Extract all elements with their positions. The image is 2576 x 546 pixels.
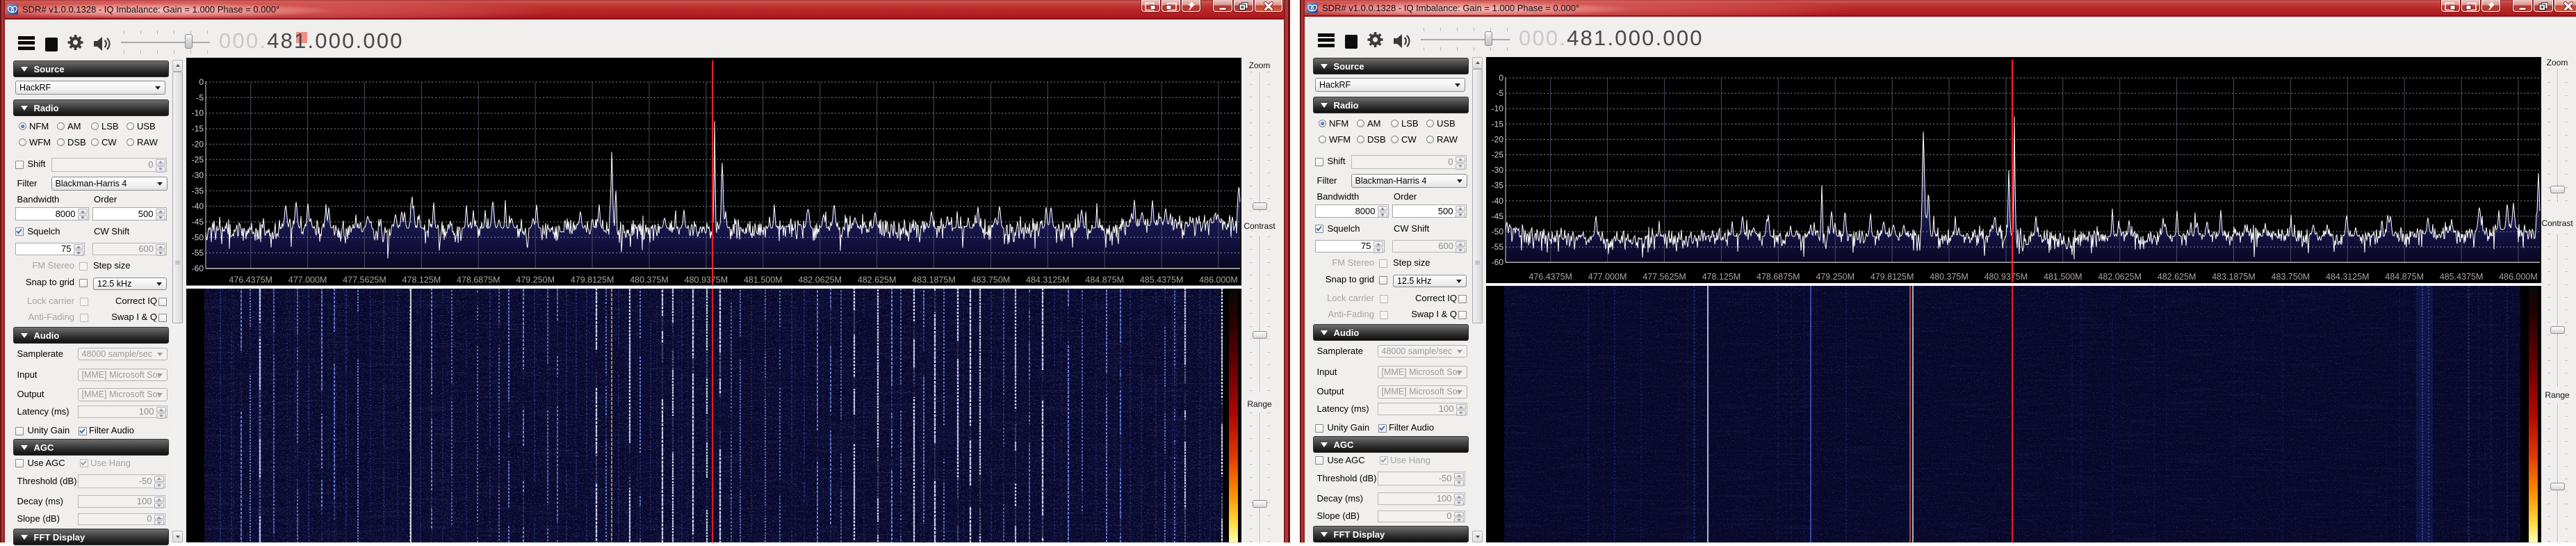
svg-text:483.1875M: 483.1875M [2212, 272, 2256, 282]
svg-text:485.4375M: 485.4375M [1140, 275, 1184, 285]
svg-text:485.4375M: 485.4375M [2440, 272, 2484, 282]
svg-text:478.125M: 478.125M [402, 275, 441, 285]
svg-text:481.500M: 481.500M [2044, 272, 2082, 282]
svg-text:-55: -55 [192, 248, 204, 258]
svg-text:-10: -10 [1492, 104, 1504, 113]
svg-text:-55: -55 [1492, 242, 1504, 252]
svg-text:479.250M: 479.250M [516, 275, 555, 285]
svg-text:484.875M: 484.875M [1085, 275, 1124, 285]
svg-text:-15: -15 [1492, 119, 1504, 129]
svg-text:477.000M: 477.000M [288, 275, 327, 285]
svg-text:-60: -60 [1492, 257, 1504, 267]
svg-text:480.375M: 480.375M [1930, 272, 1968, 282]
svg-text:480.375M: 480.375M [630, 275, 669, 285]
svg-text:-35: -35 [192, 186, 204, 195]
svg-text:-10: -10 [192, 109, 204, 118]
svg-text:-25: -25 [1492, 150, 1504, 160]
svg-text:-35: -35 [1492, 181, 1504, 191]
svg-text:0: 0 [1499, 73, 1503, 83]
svg-text:479.8125M: 479.8125M [571, 275, 614, 285]
svg-text:482.625M: 482.625M [858, 275, 897, 285]
svg-text:479.250M: 479.250M [1816, 272, 1854, 282]
svg-text:481.500M: 481.500M [744, 275, 783, 285]
svg-text:478.6875M: 478.6875M [1756, 272, 1800, 282]
svg-text:0: 0 [199, 77, 204, 87]
svg-text:-45: -45 [192, 217, 204, 227]
svg-text:482.625M: 482.625M [2158, 272, 2196, 282]
svg-text:478.6875M: 478.6875M [457, 275, 500, 285]
svg-text:482.0625M: 482.0625M [798, 275, 842, 285]
svg-text:-50: -50 [1492, 227, 1504, 236]
svg-text:484.3125M: 484.3125M [1026, 275, 1070, 285]
svg-text:476.4375M: 476.4375M [1529, 272, 1572, 282]
svg-text:483.750M: 483.750M [972, 275, 1011, 285]
svg-text:-25: -25 [192, 155, 204, 165]
svg-text:-20: -20 [192, 139, 204, 149]
svg-text:484.875M: 484.875M [2385, 272, 2424, 282]
svg-text:480.9375M: 480.9375M [685, 275, 728, 285]
svg-text:-60: -60 [192, 264, 204, 273]
svg-text:482.0625M: 482.0625M [2098, 272, 2142, 282]
svg-text:-30: -30 [1492, 166, 1504, 175]
svg-text:-30: -30 [192, 170, 204, 180]
svg-text:-45: -45 [1492, 211, 1504, 221]
svg-text:486.000M: 486.000M [2499, 272, 2538, 282]
svg-text:477.5625M: 477.5625M [343, 275, 386, 285]
svg-text:480.9375M: 480.9375M [1984, 272, 2028, 282]
svg-text:-20: -20 [1492, 134, 1504, 144]
svg-text:-40: -40 [1492, 196, 1504, 206]
svg-text:483.750M: 483.750M [2272, 272, 2310, 282]
svg-text:-5: -5 [196, 93, 204, 102]
svg-text:486.000M: 486.000M [1199, 275, 1238, 285]
svg-text:-50: -50 [192, 232, 204, 242]
svg-text:-40: -40 [192, 202, 204, 211]
svg-text:483.1875M: 483.1875M [912, 275, 956, 285]
svg-text:-5: -5 [1496, 88, 1503, 98]
svg-text:476.4375M: 476.4375M [229, 275, 272, 285]
svg-text:479.8125M: 479.8125M [1870, 272, 1914, 282]
svg-text:477.000M: 477.000M [1588, 272, 1627, 282]
svg-text:478.125M: 478.125M [1702, 272, 1741, 282]
svg-text:477.5625M: 477.5625M [1642, 272, 1686, 282]
svg-text:-15: -15 [192, 124, 204, 134]
svg-text:484.3125M: 484.3125M [2326, 272, 2370, 282]
